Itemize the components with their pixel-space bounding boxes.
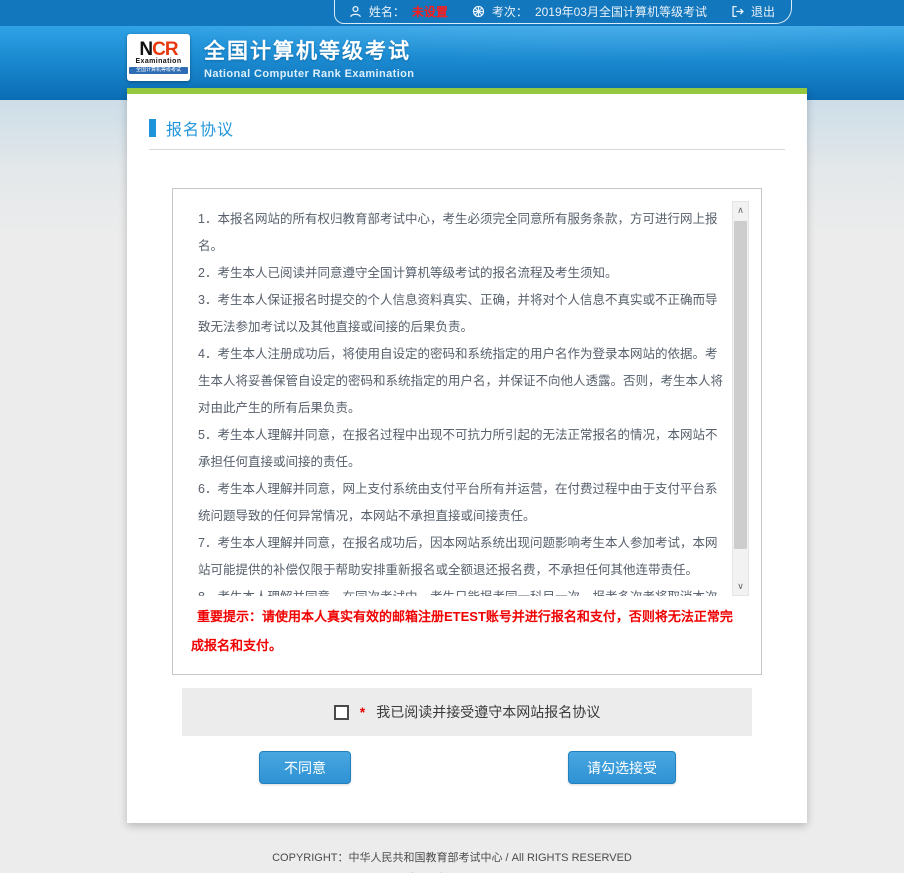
- required-asterisk: *: [360, 704, 365, 720]
- name-label: 姓名：: [369, 3, 405, 20]
- green-accent-strip: [127, 88, 807, 94]
- agreement-paragraph: 7．考生本人理解并同意，在报名成功后，因本网站系统出现问题影响考生本人参加考试，…: [198, 530, 728, 584]
- agreement-box: 1．本报名网站的所有权归教育部考试中心，考生必须完全同意所有服务条款，方可进行网…: [172, 188, 762, 675]
- agreement-paragraph: 8．考生本人理解并同意，在同次考试中，考生只能报考同一科目一次，报考多次者将取消…: [198, 584, 728, 596]
- top-bar: 姓名： 未设置 考次： 2019年03月全国计算机等级考试 退出: [0, 0, 904, 26]
- user-session-strip: 姓名： 未设置 考次： 2019年03月全国计算机等级考试 退出: [334, 0, 792, 24]
- logo-letter-n: N: [139, 39, 152, 60]
- session-label: 考次：: [492, 3, 528, 20]
- name-value: 未设置: [412, 3, 448, 20]
- site-title: 全国计算机等级考试: [204, 35, 414, 65]
- scroll-down-icon[interactable]: ∨: [733, 578, 748, 595]
- agreement-paragraph: 5．考生本人理解并同意，在报名过程中出现不可抗力所引起的无法正常报名的情况，本网…: [198, 422, 728, 476]
- accept-button[interactable]: 请勾选接受: [568, 751, 676, 784]
- agreement-paragraph: 2．考生本人已阅读并同意遵守全国计算机等级考试的报名流程及考生须知。: [198, 260, 728, 287]
- page-title-row: 报名协议: [149, 116, 785, 150]
- agreement-text: 1．本报名网站的所有权归教育部考试中心，考生必须完全同意所有服务条款，方可进行网…: [185, 201, 732, 596]
- user-icon: [349, 5, 362, 18]
- action-buttons-row: 不同意 请勾选接受: [259, 751, 676, 784]
- site-subtitle: National Computer Rank Examination: [204, 68, 414, 80]
- agreement-paragraph: 1．本报名网站的所有权归教育部考试中心，考生必须完全同意所有服务条款，方可进行网…: [198, 206, 728, 260]
- page-title: 报名协议: [166, 116, 234, 140]
- agreement-paragraph: 3．考生本人保证报名时提交的个人信息资料真实、正确，并将对个人信息不真实或不正确…: [198, 287, 728, 341]
- icp-line: 京ICP备05031027: [0, 869, 904, 873]
- title-accent-bar: [149, 119, 156, 137]
- consent-bar: * 我已阅读并接受遵守本网站报名协议: [182, 688, 752, 736]
- session-icon: [472, 5, 485, 18]
- logo-examination-text: Examination: [135, 58, 181, 66]
- copyright-line: COPYRIGHT：中华人民共和国教育部考试中心 / All RIGHTS RE…: [0, 848, 904, 869]
- main-card: 报名协议 1．本报名网站的所有权归教育部考试中心，考生必须完全同意所有服务条款，…: [127, 88, 807, 823]
- logout-link[interactable]: 退出: [751, 3, 775, 20]
- agreement-paragraph: 6．考生本人理解并同意，网上支付系统由支付平台所有并运营，在付费过程中由于支付平…: [198, 476, 728, 530]
- ncre-logo: NCR Examination 全国计算机等级考试: [127, 34, 190, 81]
- logout-icon: [731, 5, 744, 18]
- scroll-up-icon[interactable]: ∧: [733, 202, 748, 219]
- logo-letters-cr: CR: [152, 39, 177, 60]
- page-background: 报名协议 1．本报名网站的所有权归教育部考试中心，考生必须完全同意所有服务条款，…: [0, 100, 904, 873]
- important-warning-text: 重要提示：请使用本人真实有效的邮箱注册ETEST账号并进行报名和支付，否则将无法…: [191, 602, 743, 660]
- footer: COPYRIGHT：中华人民共和国教育部考试中心 / All RIGHTS RE…: [0, 835, 904, 873]
- disagree-button[interactable]: 不同意: [259, 751, 351, 784]
- consent-label[interactable]: 我已阅读并接受遵守本网站报名协议: [376, 702, 600, 722]
- agree-checkbox[interactable]: [334, 705, 349, 720]
- logo-strip-text: 全国计算机等级考试: [129, 67, 188, 74]
- agreement-paragraph: 4．考生本人注册成功后，将使用自设定的密码和系统指定的用户名作为登录本网站的依据…: [198, 341, 728, 422]
- scrollbar-thumb[interactable]: [734, 221, 747, 549]
- scrollbar[interactable]: ∧ ∨: [732, 201, 749, 596]
- session-value: 2019年03月全国计算机等级考试: [535, 3, 707, 20]
- agreement-scroll-area[interactable]: 1．本报名网站的所有权归教育部考试中心，考生必须完全同意所有服务条款，方可进行网…: [185, 201, 749, 596]
